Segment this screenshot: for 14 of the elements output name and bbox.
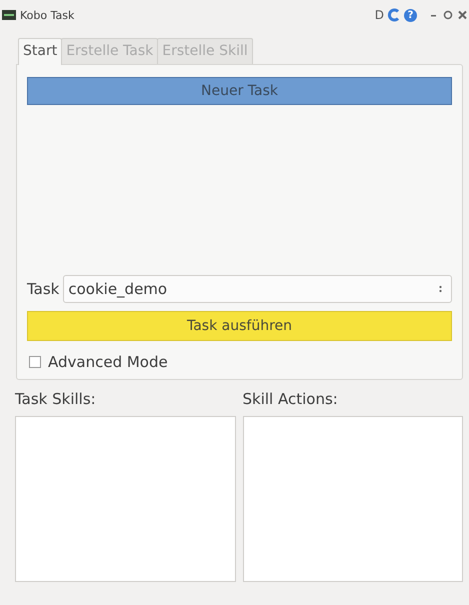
list-label: Skill Actions: bbox=[242, 390, 339, 408]
help-button[interactable]: ? bbox=[404, 8, 417, 22]
maximize-icon[interactable] bbox=[443, 10, 453, 20]
checkbox[interactable] bbox=[29, 356, 41, 368]
window-title: Kobo Task bbox=[20, 8, 74, 22]
close-icon[interactable] bbox=[458, 10, 467, 20]
task-dropdown[interactable]: cookie_demo bbox=[63, 275, 452, 303]
list-label: Task Skills: bbox=[15, 390, 97, 408]
run-task-button[interactable]: Task ausführen bbox=[27, 311, 452, 341]
task-label: Task bbox=[27, 280, 60, 298]
debug-button[interactable]: D bbox=[374, 8, 384, 22]
tab[interactable]: Start bbox=[18, 38, 62, 65]
checkbox-label: Advanced Mode bbox=[48, 353, 168, 371]
app-icon bbox=[2, 10, 16, 20]
